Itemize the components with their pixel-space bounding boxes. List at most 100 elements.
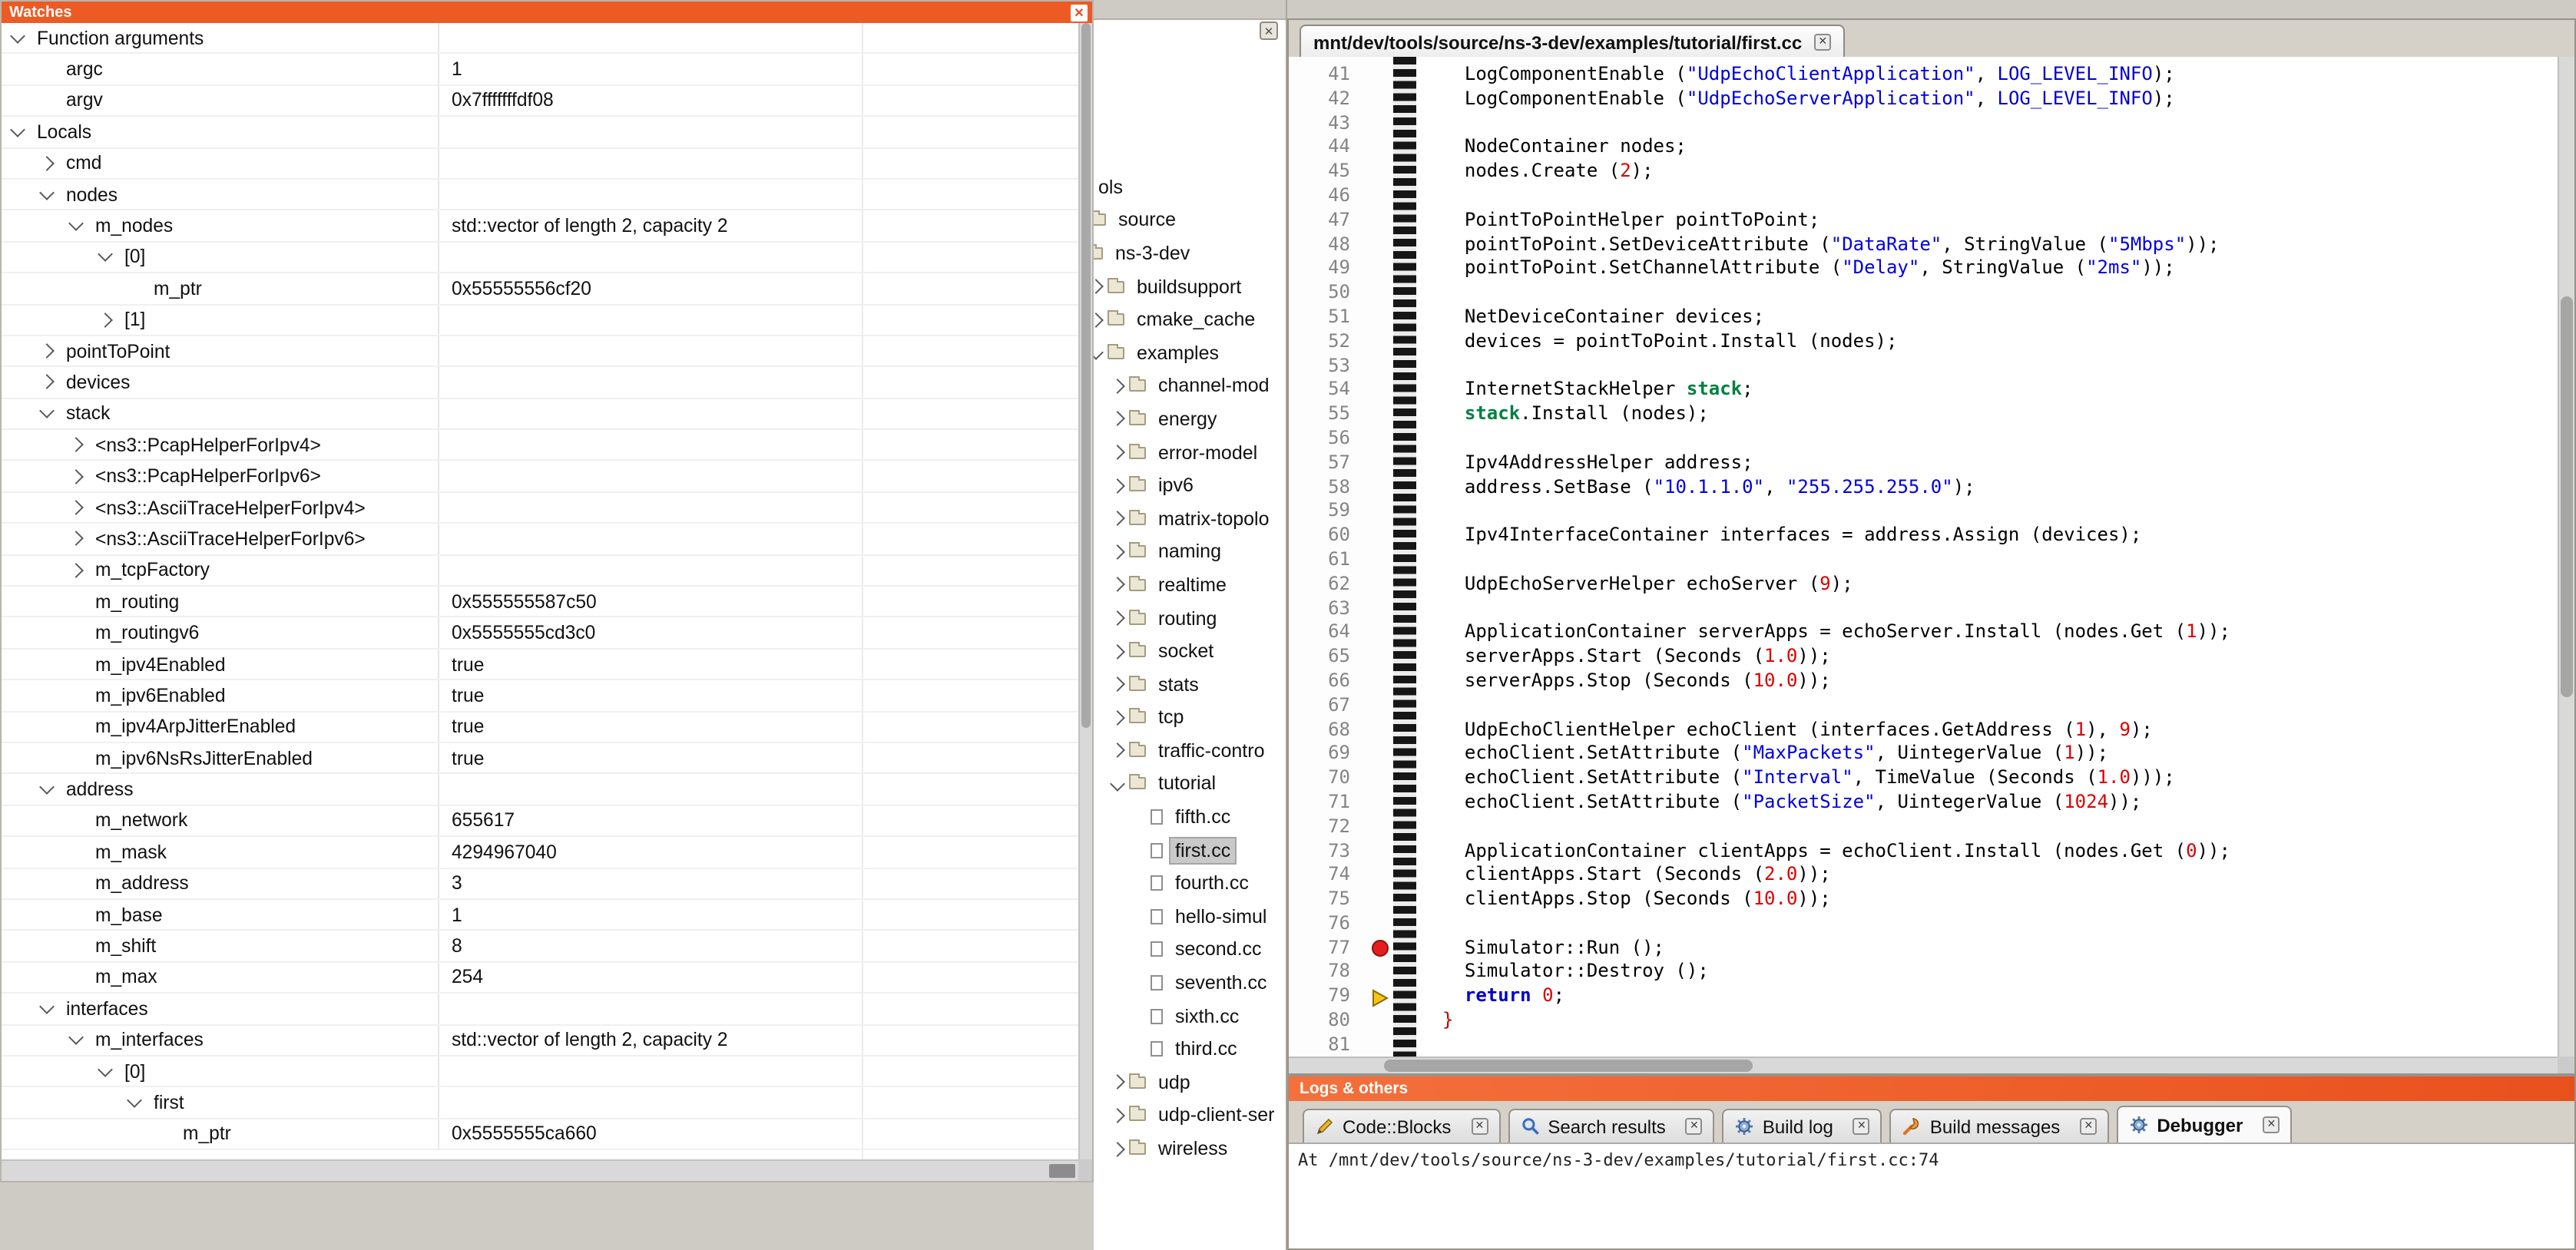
watch-row[interactable]: [0] [2,242,1078,273]
chevron-right-icon[interactable] [1110,1075,1125,1090]
chevron-right-icon[interactable] [1110,445,1125,460]
tree-item-second-cc[interactable]: second.cc [1134,933,1286,966]
chevron-right-icon[interactable] [1110,412,1125,427]
tree-item-stats[interactable]: stats [1112,668,1286,701]
chevron-down-icon[interactable] [1094,346,1104,361]
watch-row[interactable]: m_ipv4ArpJitterEnabledtrue [2,712,1078,743]
tab-close-icon[interactable]: ✕ [1853,1118,1870,1135]
chevron-right-icon[interactable] [98,312,113,328]
editor-tab-first-cc[interactable]: mnt/dev/tools/source/ns-3-dev/examples/t… [1300,25,1845,58]
chevron-right-icon[interactable] [1110,1108,1125,1123]
chevron-right-icon[interactable] [1110,1141,1125,1156]
tree-item-error-model[interactable]: error-model [1112,436,1286,469]
watch-row[interactable]: [1] [2,305,1078,336]
chevron-right-icon[interactable] [68,563,84,578]
tab-close-icon[interactable]: ✕ [2263,1116,2280,1133]
tree-item-traffic-contro[interactable]: traffic-contro [1112,734,1286,767]
chevron-down-icon[interactable] [39,999,55,1014]
chevron-right-icon[interactable] [1110,379,1125,394]
watches-titlebar[interactable]: Watches ✕ [2,2,1092,23]
watch-row[interactable]: nodes [2,180,1078,211]
watch-row[interactable]: interfaces [2,994,1078,1025]
watches-vertical-scrollbar[interactable] [1078,23,1092,1159]
watch-row[interactable]: m_ipv4Enabledtrue [2,650,1078,681]
logs-header[interactable]: Logs & others [1289,1076,2574,1101]
tab-close-icon[interactable]: ✕ [1686,1118,1703,1135]
tree-item-ns-3-dev[interactable]: ns-3-dev [1094,236,1286,270]
chevron-right-icon[interactable] [1110,511,1125,527]
watch-row[interactable]: m_shift8 [2,931,1078,963]
chevron-down-icon[interactable] [1110,776,1125,792]
chevron-right-icon[interactable] [68,468,84,484]
watch-row[interactable]: m_ipv6NsRsJitterEnabledtrue [2,743,1078,775]
watch-row[interactable]: m_ptr0x55555556cf20 [2,273,1078,305]
chevron-right-icon[interactable] [1094,312,1104,327]
watch-row[interactable]: address [2,775,1078,806]
chevron-right-icon[interactable] [1110,643,1125,659]
scrollbar-thumb[interactable] [1049,1164,1075,1178]
tree-item-udp[interactable]: udp [1112,1066,1286,1099]
watch-row[interactable]: m_routingv60x5555555cd3c0 [2,618,1078,650]
chevron-down-icon[interactable] [39,404,55,419]
chevron-right-icon[interactable] [68,500,84,515]
watch-row[interactable]: m_base1 [2,900,1078,931]
watch-row[interactable]: argc1 [2,55,1078,86]
watch-row[interactable]: devices [2,368,1078,399]
watch-row[interactable]: <ns3::AsciiTraceHelperForIpv6> [2,524,1078,556]
editor-horizontal-scrollbar[interactable] [1289,1057,2558,1073]
tree-item-realtime[interactable]: realtime [1112,568,1286,601]
chevron-right-icon[interactable] [1110,610,1125,626]
tree-item-third-cc[interactable]: third.cc [1134,1033,1286,1066]
watch-row[interactable]: <ns3::PcapHelperForIpv6> [2,461,1078,493]
tab-close-icon[interactable]: ✕ [2080,1118,2097,1135]
watch-row[interactable]: m_ptr0x5555555ca660 [2,1119,1078,1150]
watch-row[interactable]: pointToPoint [2,336,1078,368]
tree-item-first-cc[interactable]: first.cc [1134,834,1286,867]
breakpoint-margin[interactable] [1369,57,1393,1057]
chevron-down-icon[interactable] [39,184,55,200]
watch-row[interactable]: <ns3::PcapHelperForIpv4> [2,430,1078,461]
tree-item-wireless[interactable]: wireless [1112,1132,1286,1165]
watch-row[interactable]: Function arguments [2,23,1078,55]
logs-tab-build-log[interactable]: Build log✕ [1723,1109,1882,1143]
tree-item-ols[interactable]: ols [1094,170,1286,203]
watch-row[interactable]: m_address3 [2,868,1078,900]
tree-item-buildsupport[interactable]: buildsupport [1094,270,1286,303]
scrollbar-thumb[interactable] [1384,1060,1753,1072]
watch-row[interactable]: m_mask4294967040 [2,837,1078,868]
close-icon[interactable]: ✕ [1071,4,1088,21]
watch-row[interactable]: cmd [2,148,1078,180]
chevron-right-icon[interactable] [39,343,55,359]
logs-tab-debugger[interactable]: Debugger✕ [2117,1106,2292,1143]
tree-item-routing[interactable]: routing [1112,601,1286,634]
code-area[interactable]: LogComponentEnable ("UdpEchoClientApplic… [1416,57,2558,1057]
tree-item-ipv6[interactable]: ipv6 [1112,469,1286,502]
watch-row[interactable]: m_ipv6Enabledtrue [2,680,1078,712]
tree-item-fourth-cc[interactable]: fourth.cc [1134,867,1286,900]
chevron-down-icon[interactable] [10,122,25,137]
chevron-right-icon[interactable] [1110,577,1125,593]
chevron-down-icon[interactable] [127,1093,142,1108]
chevron-down-icon[interactable] [10,28,25,43]
tree-item-matrix-topolo[interactable]: matrix-topolo [1112,502,1286,535]
chevron-down-icon[interactable] [68,1030,84,1045]
chevron-right-icon[interactable] [68,438,84,453]
chevron-right-icon[interactable] [1110,677,1125,693]
logs-tab-build-messages[interactable]: Build messages✕ [1890,1109,2109,1143]
chevron-right-icon[interactable] [39,375,55,390]
chevron-down-icon[interactable] [98,247,113,263]
watch-row[interactable]: m_tcpFactory [2,555,1078,587]
chevron-right-icon[interactable] [1110,544,1125,560]
chevron-right-icon[interactable] [1110,478,1125,493]
watches-tree[interactable]: Function argumentsargc1argv0x7fffffffdf0… [2,23,1078,1159]
watch-row[interactable]: stack [2,398,1078,430]
tree-item-naming[interactable]: naming [1112,535,1286,568]
project-pane-caption[interactable]: ✕ [1094,18,1286,43]
tree-item-udp-client-ser[interactable]: udp-client-ser [1112,1099,1286,1132]
watch-row[interactable]: m_interfacesstd::vector of length 2, cap… [2,1025,1078,1057]
breakpoint-icon[interactable] [1372,940,1389,957]
file-tree[interactable]: olssourcens-3-devbuildsupportcmake_cache… [1094,43,1286,1166]
tab-close-icon[interactable]: ✕ [1471,1118,1488,1135]
tree-item-seventh-cc[interactable]: seventh.cc [1134,967,1286,1000]
close-icon[interactable]: ✕ [1814,34,1831,51]
